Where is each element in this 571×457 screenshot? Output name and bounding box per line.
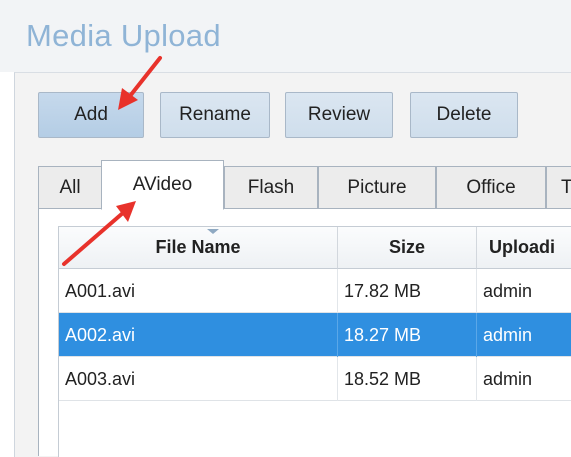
table-row[interactable]: A003.avi 18.52 MB admin	[59, 357, 571, 401]
delete-button[interactable]: Delete	[410, 92, 518, 138]
file-grid: File Name Size Uploadi A001.avi 17.82 MB…	[58, 226, 571, 457]
tab-avideo[interactable]: AVideo	[101, 160, 224, 210]
add-button[interactable]: Add	[38, 92, 144, 138]
table-row-selected[interactable]: A002.avi 18.27 MB admin	[59, 313, 571, 357]
tab-flash[interactable]: Flash	[224, 166, 318, 208]
sort-indicator-icon	[207, 229, 219, 234]
uploader-cell: admin	[483, 368, 533, 389]
page-title: Media Upload	[26, 18, 221, 53]
title-bar: Media Upload	[0, 0, 571, 72]
column-header-label: File Name	[155, 237, 241, 257]
column-header-file-name[interactable]: File Name	[59, 227, 338, 269]
column-header-uploader[interactable]: Uploadi	[477, 227, 571, 269]
tab-t[interactable]: T	[546, 166, 571, 208]
review-button[interactable]: Review	[285, 92, 393, 138]
uploader-cell: admin	[483, 324, 533, 345]
tab-picture[interactable]: Picture	[318, 166, 436, 208]
size-cell: 18.52 MB	[338, 357, 477, 401]
size-cell: 17.82 MB	[338, 269, 477, 313]
size-cell: 18.27 MB	[338, 313, 477, 357]
file-name-cell: A001.avi	[59, 269, 338, 313]
file-name-cell: A003.avi	[59, 357, 338, 401]
tab-office[interactable]: Office	[436, 166, 546, 208]
column-header-size[interactable]: Size	[338, 227, 477, 269]
table-row[interactable]: A001.avi 17.82 MB admin	[59, 269, 571, 313]
tab-all[interactable]: All	[38, 166, 102, 208]
file-name-cell: A002.avi	[59, 313, 338, 357]
uploader-cell: admin	[483, 280, 533, 301]
rename-button[interactable]: Rename	[160, 92, 270, 138]
